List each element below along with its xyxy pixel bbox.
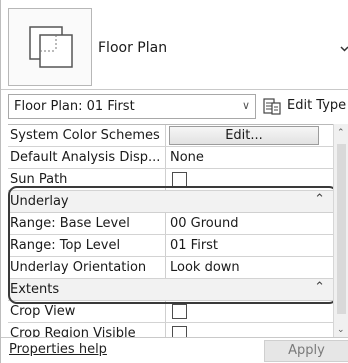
group-header-extents[interactable]: Extents ⌃ bbox=[8, 279, 333, 301]
edit-type-button[interactable]: Edit Type bbox=[263, 94, 348, 119]
double-chevron-up-icon[interactable]: ⌃ bbox=[314, 192, 325, 207]
properties-palette: Floor Plan Floor Plan: 01 First ∨ Edit T… bbox=[0, 0, 348, 363]
property-grid-scrollbar[interactable]: ⌃ ⌄ bbox=[333, 124, 348, 337]
instance-selector-row: Floor Plan: 01 First ∨ Edit Type bbox=[1, 92, 348, 122]
property-row-range-top-level: Range: Top Level 01 First bbox=[8, 235, 333, 257]
property-row-sun-path: Sun Path bbox=[8, 169, 333, 191]
range-top-level-value[interactable]: 01 First bbox=[168, 235, 333, 256]
property-row-default-analysis-display: Default Analysis Disp... None bbox=[8, 147, 333, 169]
edit-type-icon bbox=[263, 98, 281, 115]
group-label: Extents bbox=[10, 282, 60, 297]
property-value-cell: Edit... bbox=[168, 125, 333, 146]
property-row-system-color-schemes: System Color Schemes Edit... bbox=[8, 125, 333, 147]
type-preview-header[interactable]: Floor Plan bbox=[1, 0, 348, 90]
property-name: System Color Schemes bbox=[10, 125, 166, 146]
property-row-crop-region-visible: Crop Region Visible bbox=[8, 323, 333, 338]
underlay-orientation-value[interactable]: Look down bbox=[168, 257, 333, 278]
instance-selector-value: Floor Plan: 01 First bbox=[14, 99, 135, 114]
property-row-crop-view: Crop View bbox=[8, 301, 333, 323]
floor-plan-thumbnail bbox=[8, 8, 92, 86]
chevron-down-icon: ∨ bbox=[241, 99, 250, 112]
property-row-underlay-orientation: Underlay Orientation Look down bbox=[8, 257, 333, 279]
property-name: Crop Region Visible bbox=[10, 323, 166, 337]
property-name: Sun Path bbox=[10, 169, 166, 190]
range-base-level-value[interactable]: 00 Ground bbox=[168, 213, 333, 234]
sun-path-checkbox[interactable] bbox=[172, 172, 187, 187]
property-name: Default Analysis Disp... bbox=[10, 147, 166, 168]
property-value-cell bbox=[168, 323, 333, 337]
scrollbar-thumb[interactable] bbox=[337, 144, 346, 314]
property-name: Range: Base Level bbox=[10, 213, 166, 234]
chevron-down-icon[interactable] bbox=[340, 44, 348, 53]
group-header-underlay[interactable]: Underlay ⌃ bbox=[8, 191, 333, 213]
default-analysis-display-value[interactable]: None bbox=[168, 147, 333, 168]
group-label: Underlay bbox=[10, 194, 69, 209]
apply-button[interactable]: Apply bbox=[264, 340, 348, 362]
floor-plan-icon bbox=[29, 26, 73, 68]
property-name: Crop View bbox=[10, 301, 166, 322]
property-grid: System Color Schemes Edit... Default Ana… bbox=[8, 124, 333, 338]
instance-selector-dropdown[interactable]: Floor Plan: 01 First ∨ bbox=[8, 94, 256, 119]
crop-view-checkbox[interactable] bbox=[172, 304, 187, 319]
scroll-up-icon[interactable]: ⌃ bbox=[337, 128, 345, 138]
property-row-range-base-level: Range: Base Level 00 Ground bbox=[8, 213, 333, 235]
scroll-down-icon[interactable]: ⌄ bbox=[337, 325, 345, 335]
double-chevron-up-icon[interactable]: ⌃ bbox=[314, 280, 325, 295]
type-name-label: Floor Plan bbox=[98, 40, 168, 56]
properties-help-link[interactable]: Properties help bbox=[9, 342, 107, 357]
color-schemes-edit-button[interactable]: Edit... bbox=[169, 126, 319, 145]
property-value-cell bbox=[168, 169, 333, 190]
property-value-cell bbox=[168, 301, 333, 322]
edit-type-label: Edit Type bbox=[287, 98, 347, 113]
palette-footer: Properties help Apply bbox=[1, 337, 348, 363]
property-name: Range: Top Level bbox=[10, 235, 166, 256]
property-name: Underlay Orientation bbox=[10, 257, 166, 278]
